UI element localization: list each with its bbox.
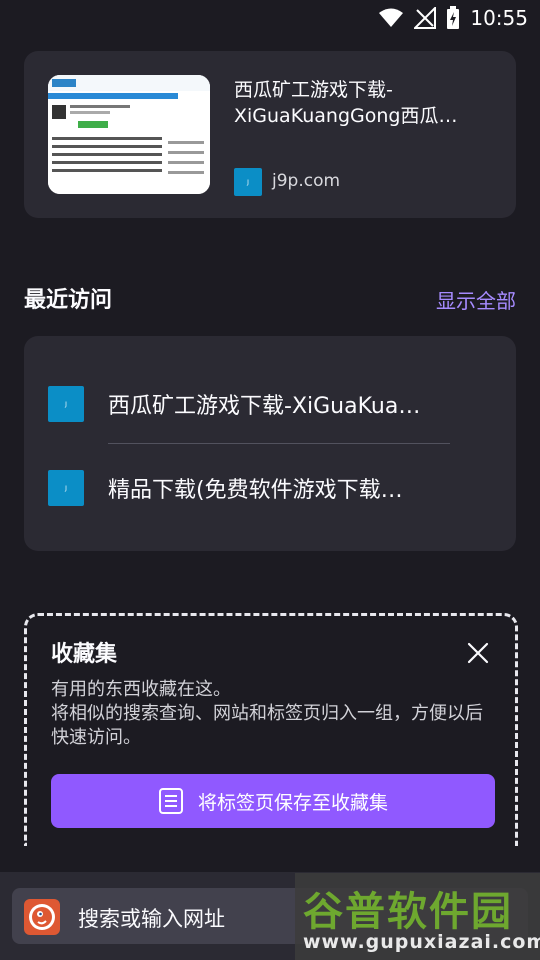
watermark-brand: 谷普软件园 [303,889,513,935]
signal-off-icon [414,7,437,29]
recent-visits-card: J 西瓜矿工游戏下载-XiGuaKua… J 精品下载(免费软件游戏下载… [24,336,516,551]
recent-item-title: 精品下载(免费软件游戏下载… [108,478,403,503]
collections-description: 有用的东西收藏在这。 将相似的搜索查询、网站和标签页归入一组，方便以后快速访问。 [51,679,483,748]
status-icons: 10:55 [378,6,528,30]
top-site-domain: j9p.com [272,171,341,191]
battery-charging-icon [447,6,460,29]
save-to-collection-button[interactable]: 将标签页保存至收藏集 [51,774,495,828]
duckduckgo-icon [24,899,60,935]
site-favicon-icon: J [48,470,84,506]
status-bar: 10:55 [0,0,540,36]
status-time: 10:55 [470,6,528,30]
recent-item-title: 西瓜矿工游戏下载-XiGuaKua… [108,394,421,419]
close-icon[interactable] [465,640,491,666]
watermark: 谷普软件园 www.gupuxiazai.com [295,873,540,960]
search-placeholder: 搜索或输入网址 [78,907,225,931]
top-site-card[interactable]: 西瓜矿工游戏下载-XiGuaKuangGong西瓜… J j9p.com [24,51,516,218]
webpage-thumbnail [48,75,210,194]
recent-visits-heading: 最近访问 [24,288,113,313]
collection-icon [158,788,183,814]
save-to-collection-label: 将标签页保存至收藏集 [197,791,388,814]
show-all-link[interactable]: 显示全部 [436,285,516,314]
top-site-title: 西瓜矿工游戏下载-XiGuaKuangGong西瓜… [234,79,458,127]
watermark-url: www.gupuxiazai.com [303,931,540,953]
site-favicon-icon: J [48,386,84,422]
list-item[interactable]: J 西瓜矿工游戏下载-XiGuaKua… [48,374,488,434]
collections-title: 收藏集 [51,642,118,667]
divider [108,443,450,444]
collections-card: 收藏集 有用的东西收藏在这。 将相似的搜索查询、网站和标签页归入一组，方便以后快… [24,613,518,846]
site-favicon-icon: J [234,168,262,196]
list-item[interactable]: J 精品下载(免费软件游戏下载… [48,458,488,518]
wifi-icon [379,8,404,27]
